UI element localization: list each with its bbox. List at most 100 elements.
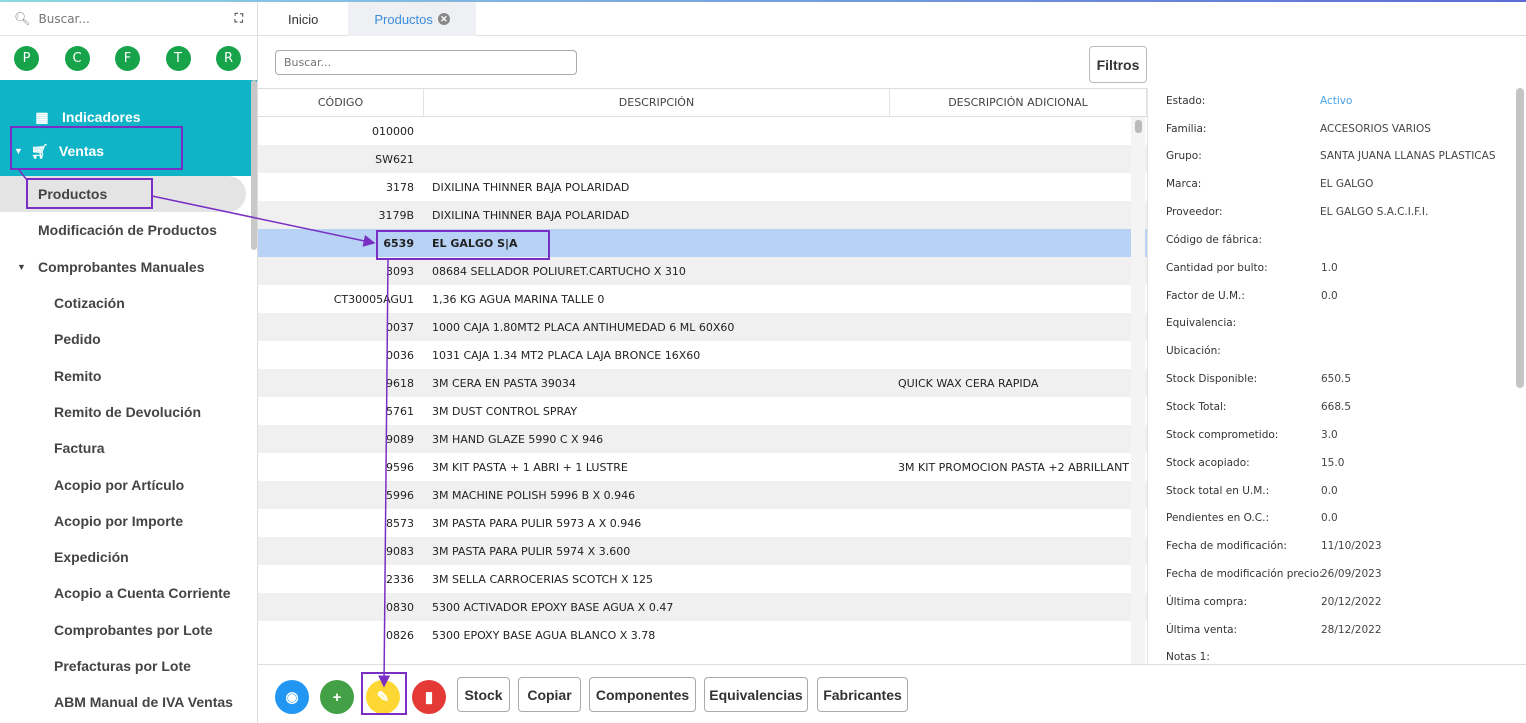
components-button[interactable]: Componentes — [589, 677, 696, 712]
sidebar-item-label: Prefacturas por Lote — [54, 658, 191, 674]
sidebar-item-label: Productos — [38, 186, 108, 203]
view-button[interactable]: ◉ — [275, 680, 309, 714]
sidebar-item[interactable]: Remito — [0, 357, 257, 393]
shortcut-r[interactable]: R — [216, 45, 241, 71]
sidebar-item-label: Expedición — [54, 549, 129, 566]
sidebar-item[interactable]: Modificación de Productos — [0, 212, 257, 248]
sidebar-item[interactable]: Expedición — [0, 539, 257, 575]
sidebar-item-label: Modificación de Productos — [38, 222, 217, 239]
shortcut-p[interactable]: P — [14, 45, 39, 71]
equivalences-button[interactable]: Equivalencias — [704, 677, 808, 712]
plus-icon: + — [332, 688, 342, 706]
sidebar-item[interactable]: Acopio a Cuenta Corriente — [0, 575, 257, 611]
table-cell-code: 9596 — [386, 460, 414, 474]
detail-label: Cantidad por bulto: — [1166, 262, 1268, 274]
table-row[interactable]: 9089 3M HAND GLAZE 5990 C X 946 — [258, 425, 1147, 453]
table-cell-code: 8573 — [386, 516, 414, 530]
tab-inicio[interactable]: Inicio — [258, 2, 348, 36]
sidebar-item-label: Factura — [54, 440, 105, 457]
menu-item-ventas[interactable]: ▼ 🛒︎ Ventas — [0, 134, 257, 168]
table-row[interactable]: 8573 3M PASTA PARA PULIR 5973 A X 0.946 — [258, 509, 1147, 537]
caret-down-icon: ▼ — [17, 261, 26, 272]
table-header: CÓDIGO DESCRIPCIÓN DESCRIPCIÓN ADICIONAL — [258, 89, 1147, 117]
table-cell-desc: 3M DUST CONTROL SPRAY — [432, 404, 578, 418]
products-search-input[interactable] — [275, 50, 577, 75]
detail-value: 15.0 — [1321, 457, 1345, 469]
detail-row: Marca: EL GALGO — [1166, 178, 1516, 198]
table-row[interactable]: 010000 — [258, 117, 1147, 145]
table-row[interactable]: 0826 5300 EPOXY BASE AGUA BLANCO X 3.78 — [258, 621, 1147, 649]
stock-button[interactable]: Stock — [457, 677, 510, 712]
table-row[interactable]: CT30005AGU1 1,36 KG AGUA MARINA TALLE 0 — [258, 285, 1147, 313]
table-row-selected[interactable]: 6539 EL GALGO S|A — [258, 229, 1147, 257]
detail-label: Fecha de modificación: — [1166, 540, 1287, 552]
column-header-description[interactable]: DESCRIPCIÓN — [424, 89, 890, 116]
search-icon: 🔍︎ — [14, 10, 31, 26]
copy-button[interactable]: Copiar — [518, 677, 581, 712]
table-row[interactable]: 3093 08684 SELLADOR POLIURET.CARTUCHO X 3… — [258, 257, 1147, 285]
sidebar-item[interactable]: Prefacturas por Lote — [0, 648, 257, 684]
table-row[interactable]: 9083 3M PASTA PARA PULIR 5974 X 3.600 — [258, 537, 1147, 565]
sidebar-item[interactable]: Acopio por Artículo — [0, 466, 257, 502]
detail-value: 668.5 — [1321, 401, 1352, 413]
table-cell-code: 3093 — [386, 264, 414, 278]
shortcut-f[interactable]: F — [115, 45, 140, 71]
detail-label: Fecha de modificación precio: — [1166, 568, 1323, 580]
detail-value: 28/12/2022 — [1321, 624, 1382, 636]
table-cell-code: 0830 — [386, 600, 414, 614]
table-row[interactable]: 9618 3M CERA EN PASTA 39034 QUICK WAX CERA… — [258, 369, 1147, 397]
edit-button[interactable]: ✎ — [366, 680, 400, 714]
table-cell-code: 9618 — [386, 376, 414, 390]
sidebar-item[interactable]: Comprobantes por Lote — [0, 612, 257, 648]
table-row[interactable]: 9596 3M KIT PASTA + 1 ABRI + 1 LUSTRE 3M K… — [258, 453, 1147, 481]
table-row[interactable]: 5761 3M DUST CONTROL SPRAY — [258, 397, 1147, 425]
table-row[interactable]: 3178 DIXILINA THINNER BAJA POLARIDAD — [258, 173, 1147, 201]
sidebar-item[interactable]: ABM Manual de IVA Ventas — [0, 684, 257, 720]
menu-label: Ventas — [58, 143, 105, 159]
detail-value: 1.0 — [1321, 262, 1338, 274]
menu-item-indicadores[interactable]: ▦ Indicadores — [0, 100, 257, 134]
sidebar-item-label: Acopio por Importe — [54, 512, 184, 529]
detail-row: Stock Total: 668.5 — [1166, 401, 1516, 421]
table-cell-desc: 3M PASTA PARA PULIR 5974 X 3.600 — [432, 544, 631, 558]
detail-label: Marca: — [1166, 178, 1202, 190]
table-row[interactable]: 0830 5300 ACTIVADOR EPOXY BASE AGUA X 0.4… — [258, 593, 1147, 621]
tab-productos[interactable]: Productos ✕ — [348, 2, 476, 36]
column-header-code[interactable]: CÓDIGO — [258, 89, 424, 116]
fullscreen-icon[interactable]: ⛶ — [235, 11, 243, 26]
detail-status-link[interactable]: Activo — [1320, 95, 1352, 107]
filters-button[interactable]: Filtros — [1089, 46, 1147, 83]
table-scrollbar-track[interactable] — [1131, 117, 1145, 664]
sidebar-scrollbar[interactable] — [251, 80, 257, 250]
sidebar-item[interactable]: Productos — [0, 176, 246, 213]
shortcut-t[interactable]: T — [165, 45, 191, 71]
detail-label: Notas 1: — [1166, 651, 1210, 663]
table-row[interactable]: 3179B DIXILINA THINNER BAJA POLARIDAD — [258, 201, 1147, 229]
sidebar-item[interactable]: Factura — [0, 430, 257, 466]
detail-value: EL GALGO S.A.C.I.F.I. — [1320, 206, 1429, 218]
table-row[interactable]: 2336 3M SELLA CARROCERIAS SCOTCH X 125 — [258, 565, 1147, 593]
sidebar-item-label: Comprobantes Manuales — [38, 258, 205, 275]
shortcut-c[interactable]: C — [64, 45, 90, 71]
close-icon[interactable]: ✕ — [437, 13, 450, 25]
manufacturers-button[interactable]: Fabricantes — [817, 677, 908, 712]
sidebar-item[interactable]: Acopio por Importe — [0, 503, 257, 539]
table-row[interactable]: 5996 3M MACHINE POLISH 5996 B X 0.946 — [258, 481, 1147, 509]
table-scrollbar-thumb[interactable] — [1135, 120, 1142, 133]
details-scrollbar[interactable] — [1516, 88, 1524, 388]
table-row[interactable]: SW621 — [258, 145, 1147, 173]
sidebar-item[interactable]: Cotización — [0, 285, 257, 321]
sidebar-search-input[interactable] — [38, 11, 209, 26]
main-menu: ▦ Indicadores ▼ 🛒︎ Ventas — [0, 80, 257, 176]
column-header-additional[interactable]: DESCRIPCIÓN ADICIONAL — [890, 89, 1147, 116]
sidebar-item[interactable]: ▼ Comprobantes Manuales — [0, 249, 257, 285]
table-cell-desc: 08684 SELLADOR POLIURET.CARTUCHO X 310 — [432, 264, 686, 278]
table-row[interactable]: 0036 1031 CAJA 1.34 MT2 PLACA LAJA BRONCE… — [258, 341, 1147, 369]
sidebar-item[interactable]: Remito de Devolución — [0, 394, 257, 430]
table-row[interactable]: 0037 1000 CAJA 1.80MT2 PLACA ANTIHUMEDAD … — [258, 313, 1147, 341]
sidebar-item[interactable]: Pedido — [0, 321, 257, 357]
detail-label: Proveedor: — [1166, 206, 1223, 218]
detail-row: Familia: ACCESORIOS VARIOS — [1166, 123, 1516, 143]
delete-button[interactable]: ▮ — [412, 680, 446, 714]
add-button[interactable]: + — [320, 680, 354, 714]
